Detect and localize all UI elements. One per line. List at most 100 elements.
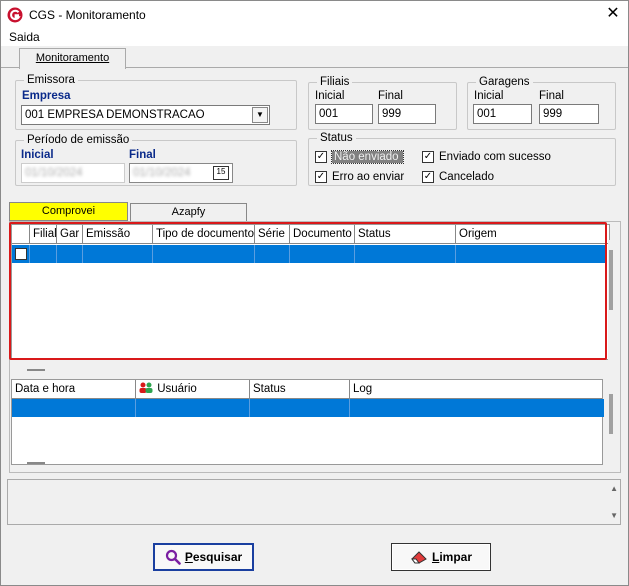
documents-grid-scrollbar[interactable] — [608, 240, 616, 360]
col-header-select[interactable] — [12, 225, 30, 244]
filiais-final-label: Final — [378, 90, 403, 102]
scroll-up-icon[interactable]: ▲ — [610, 484, 618, 493]
periodo-final-label: Final — [129, 149, 156, 161]
empresa-select[interactable]: 001 EMPRESA DEMONSTRACAO ▼ — [21, 105, 270, 125]
row-cell — [57, 245, 83, 263]
close-icon[interactable]: ✕ — [601, 4, 625, 26]
eraser-icon — [410, 551, 427, 564]
splitter-handle[interactable] — [27, 369, 45, 371]
filiais-legend: Filiais — [317, 75, 353, 89]
pesquisar-button-label: esquisar — [192, 550, 243, 564]
calendar-icon[interactable]: 15 — [213, 166, 229, 180]
pesquisar-button[interactable]: Pesquisar — [153, 543, 254, 571]
col-header-log-status[interactable]: Status — [250, 380, 350, 399]
menu-item-saida[interactable]: Saida — [9, 30, 40, 44]
col-header-serie[interactable]: Série — [255, 225, 290, 244]
col-header-status[interactable]: Status — [355, 225, 456, 244]
col-header-usuario-label: Usuário — [157, 383, 197, 395]
tab-monitoramento[interactable]: Monitoramento — [19, 48, 126, 69]
limpar-button-accel: L — [431, 550, 440, 564]
filiais-final-input[interactable]: 999 — [378, 104, 436, 124]
splitter-handle[interactable] — [27, 462, 45, 464]
scroll-thumb[interactable] — [609, 250, 613, 310]
tab-comprovei[interactable]: Comprovei — [9, 202, 128, 221]
col-header-tipo-documento[interactable]: Tipo de documento — [153, 225, 255, 244]
garagens-group: Garagens Inicial Final 001 999 — [467, 75, 616, 130]
row-cell-select[interactable] — [12, 245, 30, 263]
search-icon — [165, 549, 181, 565]
pesquisar-button-accel: P — [184, 550, 193, 564]
limpar-button[interactable]: Limpar — [391, 543, 491, 571]
filiais-inicial-input[interactable]: 001 — [315, 104, 373, 124]
table-row[interactable] — [12, 245, 605, 263]
log-grid-header: Data e hora Usuário Status Log — [12, 380, 602, 399]
periodo-final-value: 01/10/2024 — [133, 167, 191, 179]
table-row[interactable] — [12, 399, 604, 417]
garagens-final-label: Final — [539, 90, 564, 102]
row-cell — [255, 245, 290, 263]
filiais-inicial-label: Inicial — [315, 90, 345, 102]
comprovei-panel: Filial Gar Emissão Tipo de documento Sér… — [9, 221, 621, 473]
periodo-inicial-value: 01/10/2024 — [25, 167, 83, 179]
main-window: CGS - Monitoramento ✕ Saida Monitorament… — [0, 0, 629, 586]
col-header-origem[interactable]: Origem — [456, 225, 606, 244]
garagens-inicial-input[interactable]: 001 — [473, 104, 532, 124]
col-header-documento[interactable]: Documento — [290, 225, 355, 244]
cgs-logo-icon — [7, 7, 23, 23]
status-group: Status ✓ Não enviado ✓ Enviado com suces… — [308, 131, 616, 186]
status-enviado-checkbox[interactable]: ✓ Enviado com sucesso — [422, 151, 551, 163]
filiais-group: Filiais Inicial Final 001 999 — [308, 75, 457, 130]
col-header-usuario[interactable]: Usuário — [136, 380, 250, 399]
status-cancelado-checkbox[interactable]: ✓ Cancelado — [422, 171, 494, 183]
row-cell — [30, 245, 57, 263]
row-cell — [250, 399, 350, 417]
status-enviado-label: Enviado com sucesso — [439, 151, 551, 163]
row-cell — [290, 245, 355, 263]
periodo-inicial-input[interactable]: 01/10/2024 — [21, 163, 125, 183]
check-icon: ✓ — [422, 171, 434, 183]
emissora-legend: Emissora — [24, 73, 78, 87]
garagens-legend: Garagens — [476, 75, 533, 89]
status-erro-label: Erro ao enviar — [332, 171, 405, 183]
window-title: CGS - Monitoramento — [29, 8, 146, 22]
periodo-legend: Período de emissão — [24, 133, 133, 147]
garagens-inicial-label: Inicial — [474, 90, 504, 102]
menu-bar: Saida — [1, 29, 628, 46]
col-header-gar[interactable]: Gar — [57, 225, 83, 244]
message-area: ▲ ▼ — [7, 479, 621, 525]
users-icon — [139, 382, 153, 393]
col-header-filial[interactable]: Filial — [30, 225, 57, 244]
row-cell — [355, 245, 456, 263]
periodo-inicial-label: Inicial — [21, 149, 54, 161]
check-icon: ✓ — [315, 151, 327, 163]
col-header-emissao[interactable]: Emissão — [83, 225, 153, 244]
limpar-button-label: impar — [439, 550, 473, 564]
col-header-data-hora[interactable]: Data e hora — [12, 380, 136, 399]
chevron-down-icon[interactable]: ▼ — [252, 107, 268, 123]
status-nao-enviado-checkbox[interactable]: ✓ Não enviado — [315, 150, 404, 164]
row-cell — [12, 399, 136, 417]
scroll-down-icon[interactable]: ▼ — [610, 511, 618, 520]
check-icon: ✓ — [422, 151, 434, 163]
status-cancelado-label: Cancelado — [439, 171, 494, 183]
documents-grid-header: Filial Gar Emissão Tipo de documento Sér… — [12, 225, 609, 244]
periodo-group: Período de emissão Inicial Final 01/10/2… — [15, 133, 297, 186]
garagens-final-input[interactable]: 999 — [539, 104, 599, 124]
tab-monitoramento-label: Monitoramento — [35, 52, 110, 64]
status-nao-enviado-label: Não enviado — [331, 150, 404, 164]
row-checkbox[interactable] — [15, 248, 27, 260]
status-erro-checkbox[interactable]: ✓ Erro ao enviar — [315, 171, 404, 183]
check-icon: ✓ — [315, 171, 327, 183]
col-header-log[interactable]: Log — [350, 380, 604, 399]
row-cell — [83, 245, 153, 263]
status-legend: Status — [317, 131, 356, 145]
log-grid-scrollbar[interactable] — [608, 392, 616, 462]
log-grid[interactable]: Data e hora Usuário Status Log — [11, 379, 604, 465]
periodo-final-input[interactable]: 01/10/2024 15 — [129, 163, 233, 183]
tab-azapfy[interactable]: Azapfy — [130, 203, 247, 222]
emissora-group: Emissora Empresa 001 EMPRESA DEMONSTRACA… — [15, 73, 297, 130]
documents-grid[interactable]: Filial Gar Emissão Tipo de documento Sér… — [11, 224, 610, 360]
scroll-thumb[interactable] — [609, 394, 613, 434]
empresa-label: Empresa — [22, 90, 71, 102]
row-cell — [136, 399, 250, 417]
